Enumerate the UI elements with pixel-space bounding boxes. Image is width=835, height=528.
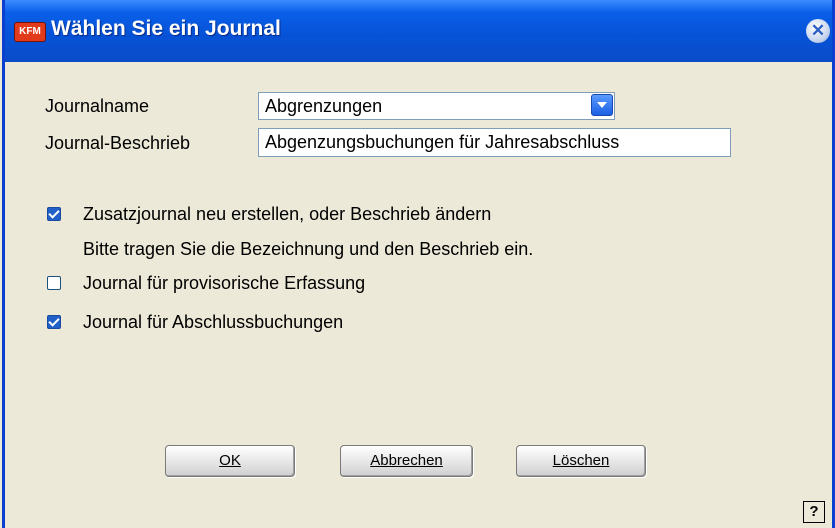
hint-text: Bitte tragen Sie die Bezeichnung und den…	[83, 239, 534, 259]
provisorisch-label: Journal für provisorische Erfassung	[83, 273, 366, 293]
chevron-down-icon[interactable]	[591, 94, 613, 116]
ok-button[interactable]: OK	[165, 445, 295, 477]
cancel-button[interactable]: Abbrechen	[340, 445, 473, 477]
window-title: Wählen Sie ein Journal	[51, 17, 281, 40]
title-bar[interactable]: KFM Wählen Sie ein Journal ✕	[5, 0, 832, 62]
abschluss-checkbox[interactable]	[47, 315, 61, 329]
ok-button-label: OK	[219, 452, 241, 469]
journalname-combobox[interactable]: Abgrenzungen	[258, 92, 615, 120]
beschrieb-label: Journal-Beschrieb	[45, 133, 191, 153]
zusatz-label: Zusatzjournal neu erstellen, oder Beschr…	[83, 204, 492, 224]
app-logo-icon: KFM	[14, 22, 46, 42]
journalname-field[interactable]: Abgrenzungen	[258, 92, 615, 120]
delete-button[interactable]: Löschen	[516, 445, 646, 477]
zusatz-checkbox[interactable]	[47, 207, 61, 221]
help-icon[interactable]: ?	[803, 501, 825, 523]
beschrieb-field[interactable]: Abgenzungsbuchungen für Jahresabschluss	[258, 128, 731, 157]
close-icon[interactable]: ✕	[806, 19, 830, 43]
cancel-button-label: Abbrechen	[370, 452, 443, 469]
abschluss-label: Journal für Abschlussbuchungen	[83, 312, 344, 332]
provisorisch-checkbox[interactable]	[47, 276, 61, 290]
journal-dialog: KFM Wählen Sie ein Journal ✕ Journalname…	[2, 0, 835, 528]
journalname-label: Journalname	[45, 96, 150, 116]
delete-button-label: Löschen	[552, 452, 610, 469]
